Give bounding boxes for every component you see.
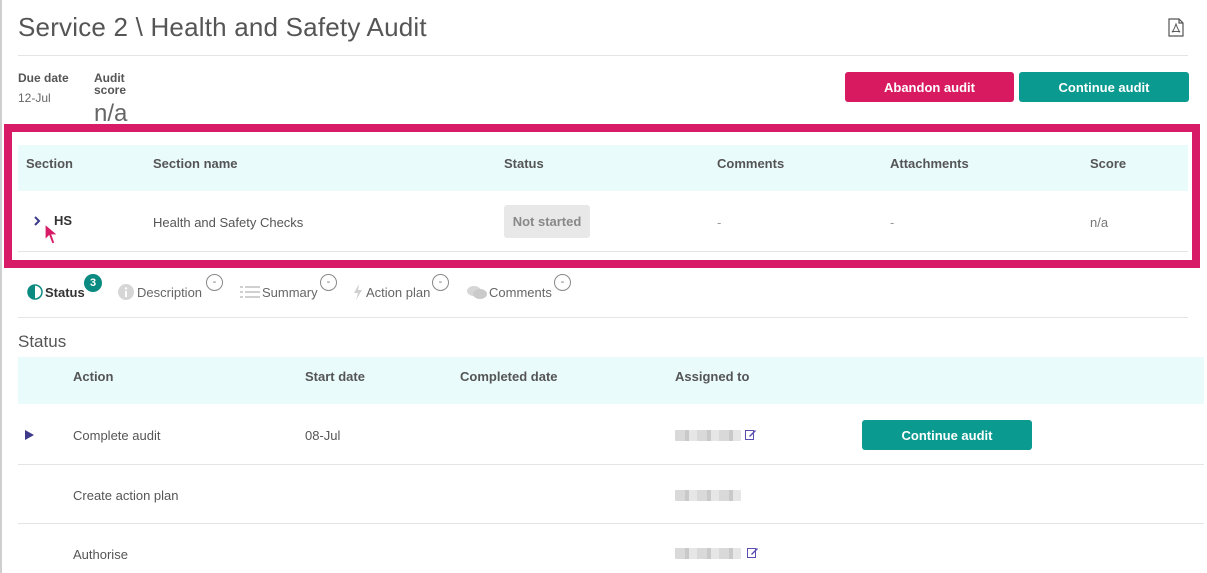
tab-description[interactable]: Description [118,284,202,300]
description-badge: - [206,274,223,291]
edit-icon[interactable] [747,546,759,558]
lightning-icon [354,284,362,300]
tab-action-plan[interactable]: Action plan [353,284,430,300]
action-complete-audit: Complete audit [73,428,161,443]
highlight-frame [4,124,1200,268]
action-authorise: Authorise [73,547,128,562]
action-plan-badge: - [432,274,449,291]
status-row-divider-1 [18,464,1204,465]
assigned-user-redacted [675,548,741,559]
status-table-header [18,357,1204,404]
abandon-audit-button[interactable]: Abandon audit [845,72,1014,102]
comments-badge: - [554,274,571,291]
status-count-badge: 3 [84,274,102,292]
col-start-date: Start date [305,369,365,384]
tab-description-label: Description [137,284,203,300]
status-section-title: Status [18,332,67,351]
tab-status[interactable]: Status [27,284,85,300]
due-date-value: 12-Jul [18,91,51,105]
audit-score-label-line2: score [94,83,127,97]
col-action: Action [73,369,114,384]
tab-comments-label: Comments [489,284,552,300]
info-icon [118,284,134,300]
list-icon [240,286,260,298]
tab-status-label: Status [45,284,85,300]
summary-badge: - [320,274,337,291]
pdf-document-icon[interactable] [1168,18,1184,37]
tab-summary-label: Summary [262,284,318,300]
expand-triangle-icon[interactable] [25,430,34,440]
assigned-user-redacted [675,430,741,441]
row-continue-audit-button[interactable]: Continue audit [862,420,1032,450]
assigned-user-redacted [675,490,741,501]
page-title: Service 2 \ Health and Safety Audit [18,12,427,42]
half-circle-icon [27,284,43,300]
col-assigned-to: Assigned to [675,369,750,384]
chat-bubbles-icon [467,286,487,299]
start-date-complete-audit: 08-Jul [305,428,341,443]
action-create-action-plan: Create action plan [73,488,179,503]
due-date-label: Due date [18,71,69,85]
tab-comments[interactable]: Comments [466,284,552,300]
tab-action-plan-label: Action plan [366,284,431,300]
tabs-divider [18,317,1188,318]
header-divider [18,55,1188,56]
continue-audit-button[interactable]: Continue audit [1019,72,1189,102]
col-completed-date: Completed date [460,369,558,384]
tab-summary[interactable]: Summary [240,284,318,300]
edit-icon[interactable] [745,428,757,440]
status-row-divider-2 [18,523,1204,524]
left-frame-border [0,0,2,573]
